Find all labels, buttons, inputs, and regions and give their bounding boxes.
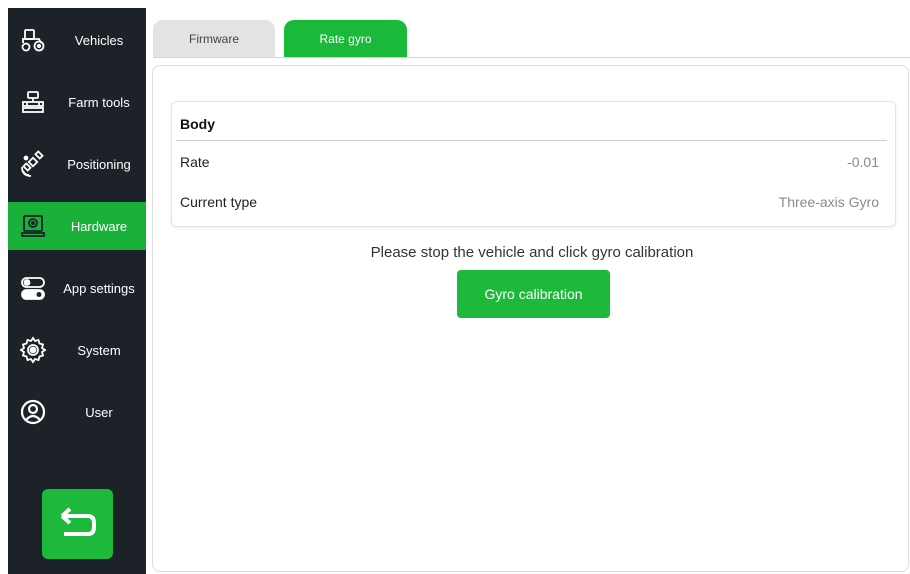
sidebar-item-positioning[interactable]: Positioning	[8, 140, 146, 188]
rate-value: -0.01	[847, 154, 879, 170]
sidebar-item-vehicles[interactable]: Vehicles	[8, 16, 146, 64]
tractor-icon	[19, 26, 47, 54]
back-button[interactable]	[42, 489, 113, 559]
sidebar-item-user[interactable]: User	[8, 388, 146, 436]
card-title: Body	[180, 116, 215, 132]
sidebar-item-farm-tools[interactable]: Farm tools	[8, 78, 146, 126]
farm-tool-icon	[19, 88, 47, 116]
gear-icon	[19, 336, 47, 364]
toggle-icon	[19, 274, 47, 302]
sidebar-item-label: User	[85, 404, 113, 420]
sidebar: Vehicles Farm tools Positioning Hardware…	[8, 8, 146, 574]
tab-divider	[153, 57, 910, 58]
body-card: Body Rate -0.01 Current type Three-axis …	[171, 101, 896, 227]
user-icon	[19, 398, 47, 426]
calibration-prompt: Please stop the vehicle and click gyro c…	[370, 244, 694, 261]
rate-label: Rate	[180, 154, 210, 170]
sidebar-item-label: App settings	[63, 280, 135, 296]
back-arrow-icon	[58, 506, 98, 542]
sidebar-item-label: System	[77, 342, 121, 358]
sidebar-item-hardware[interactable]: Hardware	[8, 202, 146, 250]
satellite-icon	[19, 150, 47, 178]
sidebar-item-app-settings[interactable]: App settings	[8, 264, 146, 312]
hardware-icon	[19, 212, 47, 240]
sidebar-item-label: Hardware	[70, 218, 128, 234]
tab-firmware[interactable]: Firmware	[153, 20, 275, 58]
current-type-label: Current type	[180, 194, 258, 210]
current-type-value: Three-axis Gyro	[778, 194, 879, 210]
tab-rate-gyro[interactable]: Rate gyro	[284, 20, 407, 58]
gyro-calibration-button[interactable]: Gyro calibration	[457, 270, 610, 318]
sidebar-item-label: Positioning	[67, 156, 131, 172]
sidebar-item-system[interactable]: System	[8, 326, 146, 374]
sidebar-item-label: Farm tools	[68, 94, 130, 110]
card-divider	[176, 140, 887, 141]
sidebar-item-label: Vehicles	[74, 32, 124, 48]
